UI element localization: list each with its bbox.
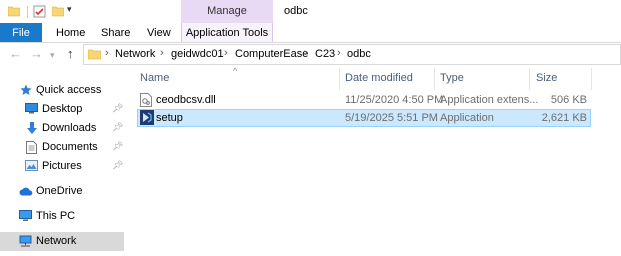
nav-item-network[interactable]: Network — [0, 232, 124, 251]
breadcrumb-network[interactable]: Network — [115, 48, 155, 60]
column-header-date-modified[interactable]: Date modified — [345, 72, 413, 84]
documents-icon — [26, 141, 37, 157]
nav-item-documents[interactable]: Documents 📌︎ — [0, 138, 124, 157]
file-type: Application — [440, 112, 494, 124]
tab-view[interactable]: View — [147, 23, 171, 43]
network-icon — [19, 235, 32, 250]
file-size: 506 KB — [550, 94, 587, 106]
file-row-selected[interactable]: setup 5/19/2025 5:51 PM Application 2,62… — [137, 109, 591, 127]
title-bar: ▾ Manage odbc — [0, 0, 621, 23]
breadcrumb-chevron-icon[interactable]: › — [224, 47, 228, 59]
column-header-name[interactable]: Name — [140, 72, 169, 84]
column-header-size[interactable]: Size — [536, 72, 557, 84]
tab-file[interactable]: File — [0, 23, 42, 43]
file-size: 2,621 KB — [541, 112, 587, 124]
pictures-icon — [25, 160, 38, 174]
nav-item-desktop[interactable]: Desktop 📌︎ — [0, 100, 124, 119]
navigation-pane: Quick access Desktop 📌︎ Downloads 📌︎ Doc… — [0, 70, 126, 256]
file-date-modified: 11/25/2020 4:50 PM — [345, 94, 444, 106]
file-date-modified: 5/19/2025 5:51 PM — [345, 112, 438, 124]
column-divider[interactable] — [529, 68, 530, 90]
nav-label: Documents — [42, 141, 98, 153]
desktop-icon — [25, 103, 38, 117]
column-divider[interactable] — [339, 68, 340, 90]
nav-label: Downloads — [42, 122, 97, 134]
file-name: ceodbcsv.dll — [156, 94, 216, 106]
tab-application-tools[interactable]: Application Tools — [181, 23, 273, 43]
cloud-icon — [19, 187, 33, 199]
dll-file-icon — [140, 93, 152, 110]
window-title: odbc — [284, 5, 308, 17]
nav-label: Quick access — [36, 84, 102, 96]
navigation-row: ← → ▾ ↑ › Network › geidwdc01 › Computer… — [0, 43, 621, 67]
column-headers: Name Date modified Type Size — [126, 68, 621, 90]
nav-item-pictures[interactable]: Pictures 📌︎ — [0, 157, 124, 176]
download-arrow-icon — [26, 122, 38, 138]
breadcrumb-geidwdc01[interactable]: geidwdc01 — [171, 48, 224, 60]
pin-icon[interactable]: 📌︎ — [112, 103, 123, 114]
breadcrumb-chevron-icon[interactable]: › — [337, 47, 341, 59]
star-icon — [20, 84, 32, 99]
column-divider[interactable] — [434, 68, 435, 90]
monitor-icon — [19, 210, 32, 225]
nav-label: Network — [36, 235, 77, 247]
nav-label: Desktop — [42, 103, 83, 115]
back-arrow-icon[interactable]: ← — [9, 46, 22, 62]
ribbon-tabs: File Home Share View Application Tools — [0, 23, 621, 43]
nav-item-downloads[interactable]: Downloads 📌︎ — [0, 119, 124, 138]
nav-item-this-pc[interactable]: This PC — [0, 207, 124, 226]
properties-icon[interactable] — [33, 5, 46, 21]
tab-share[interactable]: Share — [101, 23, 130, 43]
breadcrumb-chevron-icon[interactable]: › — [304, 47, 308, 59]
new-folder-icon[interactable] — [51, 5, 65, 20]
customize-quick-access-icon[interactable]: ▾ — [67, 4, 72, 15]
file-row[interactable]: ceodbcsv.dll 11/25/2020 4:50 PM Applicat… — [137, 92, 591, 110]
pin-icon[interactable]: 📌︎ — [112, 141, 123, 152]
recent-locations-chevron-icon[interactable]: ▾ — [50, 47, 55, 63]
application-icon — [140, 110, 154, 128]
up-arrow-icon[interactable]: ↑ — [67, 46, 74, 62]
column-header-type[interactable]: Type — [440, 72, 464, 84]
file-name: setup — [156, 112, 183, 124]
breadcrumb-chevron-icon[interactable]: › — [160, 47, 164, 59]
nav-label: OneDrive — [36, 185, 83, 197]
folder-icon — [7, 5, 21, 20]
pin-icon[interactable]: 📌︎ — [112, 160, 123, 171]
tab-home[interactable]: Home — [56, 23, 85, 43]
folder-icon — [87, 48, 102, 63]
forward-arrow-icon[interactable]: → — [30, 46, 43, 62]
column-divider[interactable] — [591, 68, 592, 90]
breadcrumb-c23[interactable]: C23 — [315, 48, 335, 60]
address-bar[interactable]: › Network › geidwdc01 › ComputerEase › C… — [83, 44, 621, 65]
quick-access-separator — [27, 6, 28, 18]
breadcrumb-computerease[interactable]: ComputerEase — [235, 48, 308, 60]
breadcrumb-chevron-icon[interactable]: › — [105, 47, 109, 59]
nav-item-quick-access[interactable]: Quick access — [0, 81, 124, 100]
nav-label: This PC — [36, 210, 76, 222]
context-tab-group-manage[interactable]: Manage — [181, 0, 273, 23]
pin-icon[interactable]: 📌︎ — [112, 122, 123, 133]
nav-label: Pictures — [42, 160, 82, 172]
nav-item-onedrive[interactable]: OneDrive — [0, 182, 124, 201]
breadcrumb-odbc[interactable]: odbc — [347, 48, 371, 60]
